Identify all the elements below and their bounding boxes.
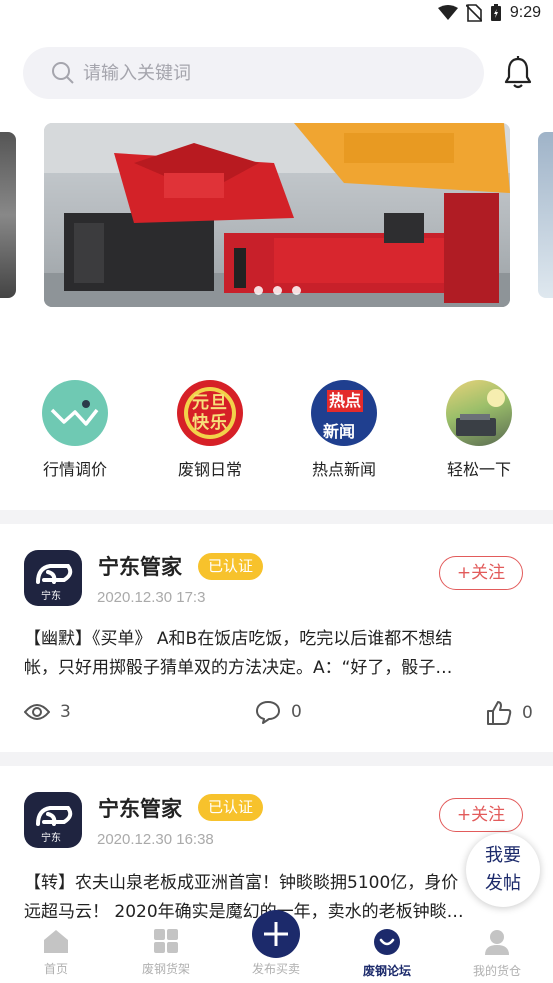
avatar-text: 宁东 [41,591,61,602]
forum-post[interactable]: 宁东 宁东管家 已认证 2020.12.30 17:3 +关注 【幽默】《买单》… [0,524,553,752]
carousel-dot[interactable] [254,286,263,295]
new-year-art-text: 元旦快乐 [192,393,228,433]
forum-icon [374,929,400,955]
carousel-prev-slide[interactable] [0,132,16,298]
nav-label: 我的货仓 [472,964,521,978]
nav-home[interactable]: 首页 [16,928,96,977]
author-name[interactable]: 宁东管家 [98,793,182,823]
nav-publish[interactable]: 发布买卖 [236,910,316,977]
quick-nav-daily[interactable]: 元旦快乐 废钢日常 [160,380,260,480]
no-sim-icon [465,4,482,22]
create-post-label: 我要 [485,845,521,866]
nav-scrap-shelf[interactable]: 废钢货架 [126,928,206,977]
section-divider [0,752,553,766]
comments-stat[interactable]: 0 [255,700,302,724]
quick-nav-label: 轻松一下 [446,460,511,479]
thumbs-up-icon [487,701,512,725]
search-bar[interactable] [23,47,484,99]
user-icon [485,930,509,955]
author-name[interactable]: 宁东管家 [98,551,182,581]
section-divider [0,510,553,524]
trend-icon [42,380,108,446]
create-post-button[interactable]: 我要 发帖 [466,833,540,907]
nav-label: 发布买卖 [251,962,300,976]
avatar[interactable]: 宁东 [24,550,82,606]
post-date: 2020.12.30 16:38 [97,831,214,848]
verified-badge: 已认证 [198,794,264,821]
quick-nav-relax[interactable]: 轻松一下 [429,380,529,480]
nav-label: 废钢论坛 [362,964,411,978]
hot-news-art-bottom: 新闻 [322,422,355,441]
bell-icon[interactable] [502,56,534,90]
follow-button[interactable]: +关注 [439,556,523,590]
likes-stat[interactable]: 0 [486,700,533,726]
quick-nav-hot-news[interactable]: 热点 新闻 热点新闻 [294,380,394,480]
post-content[interactable]: 【幽默】《买单》 A和B在饭店吃饭，吃完以后谁都不想结 帐，只好用掷骰子猜单双的… [24,625,534,683]
wifi-icon [437,5,458,20]
nav-my-warehouse[interactable]: 我的货仓 [457,928,537,979]
carousel-next-slide[interactable] [538,132,553,298]
quick-nav-label: 行情调价 [42,460,107,479]
new-year-icon: 元旦快乐 [177,380,243,446]
grid-icon [154,929,178,953]
search-input[interactable] [83,47,463,99]
avatar[interactable]: 宁东 [24,792,82,848]
status-bar: 9:29 [0,0,553,30]
nav-label: 首页 [43,962,68,976]
clock: 9:29 [509,4,541,21]
quick-nav-label: 热点新闻 [311,460,376,479]
views-stat: 3 [24,702,71,722]
comments-count: 0 [291,702,302,722]
nav-label: 废钢货架 [141,962,190,976]
comment-icon [256,701,280,724]
hot-news-art-top: 热点 [327,390,363,412]
quick-nav-label: 废钢日常 [177,460,242,479]
quick-nav-market-price[interactable]: 行情调价 [25,380,125,480]
quick-nav: 行情调价 元旦快乐 废钢日常 热点 新闻 热点新闻 轻松一下 [0,380,553,480]
band-saw-machines-image [44,123,510,307]
plus-icon [252,910,300,958]
hot-news-icon: 热点 新闻 [311,380,377,446]
post-content-line: 【转】农夫山泉老板成亚洲首富！钟睒睒拥5100亿，身价 [24,873,459,893]
relax-icon [446,380,512,446]
create-post-label: 发帖 [485,873,521,894]
search-icon [52,62,74,84]
post-date: 2020.12.30 17:3 [97,589,206,606]
banner-slide[interactable] [44,123,510,307]
eye-icon [24,704,50,720]
verified-badge: 已认证 [198,553,264,580]
post-content-line: 帐，只好用掷骰子猜单双的方法决定。A：“好了，骰子… [24,658,453,678]
avatar-text: 宁东 [41,833,61,844]
follow-button[interactable]: +关注 [439,798,523,832]
bottom-nav: 首页 废钢货架 发布买卖 废钢论坛 我的货仓 [0,910,553,983]
carousel-dot[interactable] [292,286,301,295]
carousel-indicator [254,286,301,295]
home-icon [44,930,68,953]
battery-icon [490,4,501,21]
carousel-dot[interactable] [273,286,282,295]
post-content-line: 【幽默】《买单》 A和B在饭店吃饭，吃完以后谁都不想结 [24,629,453,649]
likes-count: 0 [522,703,533,723]
views-count: 3 [60,702,71,722]
nav-forum[interactable]: 废钢论坛 [347,928,427,979]
